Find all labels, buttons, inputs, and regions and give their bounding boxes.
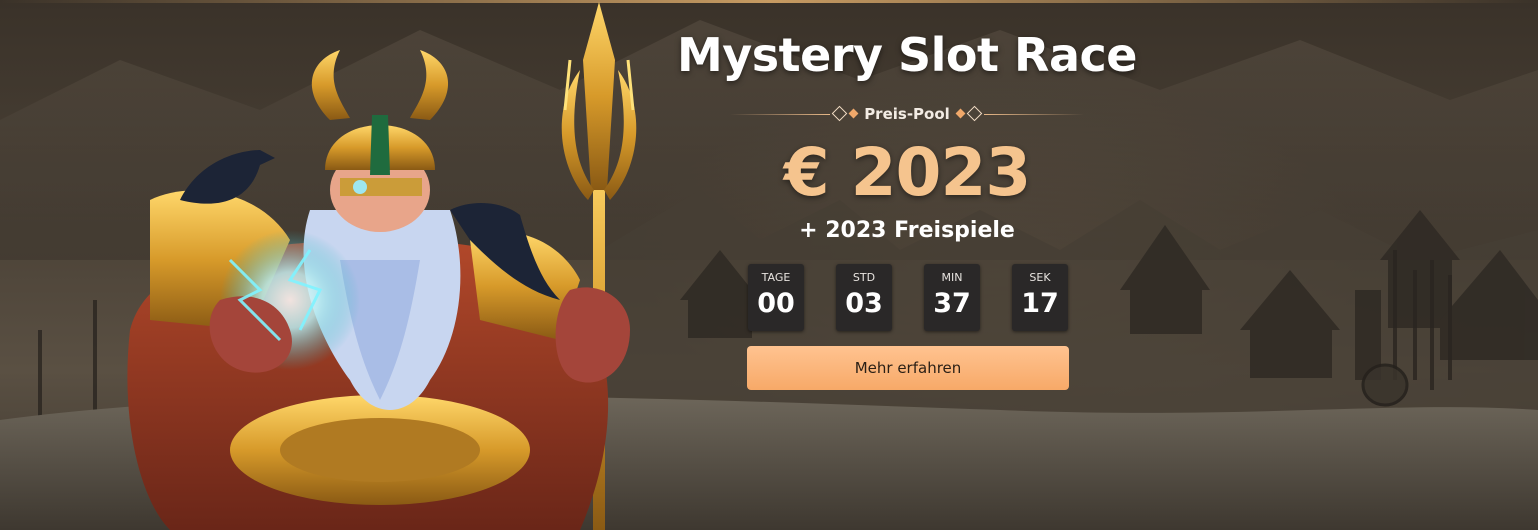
countdown-days: TAGE 00 [748,264,804,331]
prize-amount: € 2023 [783,134,1032,211]
promo-banner: Mystery Slot Race Preis-Pool € 2023 + 20… [0,0,1538,530]
countdown-label: MIN [941,271,963,284]
divider-line-right [984,114,1084,115]
countdown-value: 17 [1021,288,1059,319]
countdown-value: 37 [933,288,971,319]
countdown-value: 03 [845,288,883,319]
countdown-label: SEK [1029,271,1051,284]
countdown-seconds: SEK 17 [1012,264,1068,331]
countdown-label: STD [852,271,876,284]
countdown-value: 00 [757,288,795,319]
free-spins-text: + 2023 Freispiele [799,218,1015,243]
countdown-minutes: MIN 37 [924,264,980,331]
learn-more-button[interactable]: Mehr erfahren [747,346,1069,390]
banner-title: Mystery Slot Race [677,28,1137,82]
viking-god-illustration [127,2,637,530]
countdown-label: TAGE [761,271,791,284]
prize-pool-header: Preis-Pool [730,103,1084,127]
countdown-hours: STD 03 [836,264,892,331]
